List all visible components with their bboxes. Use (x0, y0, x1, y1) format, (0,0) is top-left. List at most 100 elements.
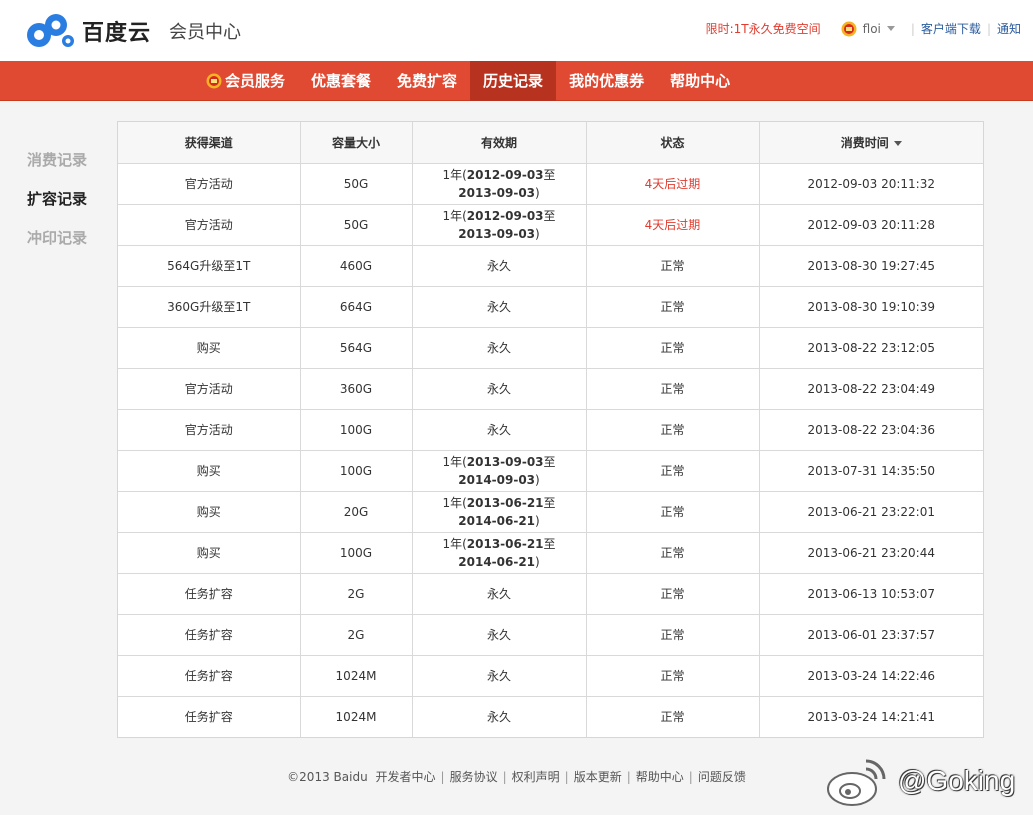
table-body: 官方活动 50G 1年(2012-09-03至 2013-09-03) 4天后过期 201… (118, 162, 983, 737)
cell-time: 2012-09-03 20:11:32 (758, 162, 983, 205)
baidu-cloud-logo[interactable]: 百度云 会员中心 (24, 11, 241, 51)
cell-status: 正常 (585, 572, 760, 615)
validity-start: 2012-09-03 (466, 167, 544, 182)
validity-prefix: 1年( (442, 454, 467, 469)
copyright: ©2013 Baidu (287, 770, 368, 784)
cell-validity: 永久 (411, 572, 587, 615)
divider: | (986, 21, 991, 36)
validity-mid: 至 (543, 208, 556, 223)
cell-channel: 任务扩容 (118, 613, 301, 656)
cell-time: 2013-08-22 23:04:36 (758, 408, 983, 451)
cell-validity: 永久 (411, 654, 587, 697)
validity-suffix: ) (535, 185, 540, 200)
validity-suffix: ) (535, 513, 540, 528)
footer-link-versions[interactable]: 版本更新 (574, 770, 622, 784)
validity-start: 2013-09-03 (466, 454, 544, 469)
table-row: 360G升级至1T 664G 永久 正常 2013-08-30 19:10:39 (118, 285, 983, 328)
column-header-time[interactable]: 消费时间 (758, 122, 983, 164)
cell-time: 2013-08-22 23:12:05 (758, 326, 983, 369)
user-menu[interactable]: floi (841, 21, 895, 37)
cell-size: 100G (299, 449, 413, 492)
validity-start: 2012-09-03 (466, 208, 544, 223)
cell-time: 2013-08-30 19:10:39 (758, 285, 983, 328)
cell-status: 正常 (585, 326, 760, 369)
table-row: 官方活动 50G 1年(2012-09-03至 2013-09-03) 4天后过期 201… (118, 162, 983, 205)
cell-size: 2G (299, 572, 413, 615)
footer-link-rights[interactable]: 权利声明 (512, 770, 560, 784)
nav-item-member-service[interactable]: 会员服务 (193, 61, 298, 101)
nav-item-free-expansion[interactable]: 免费扩容 (384, 61, 470, 101)
table-row: 任务扩容 2G 永久 正常 2013-06-01 23:37:57 (118, 613, 983, 656)
cell-validity: 永久 (411, 695, 587, 737)
column-header-channel: 获得渠道 (118, 122, 301, 164)
notifications-link[interactable]: 通知 (997, 20, 1021, 37)
cell-time: 2012-09-03 20:11:28 (758, 203, 983, 246)
divider: | (440, 770, 445, 784)
cell-validity: 永久 (411, 613, 587, 656)
validity-end: 2014-09-03 (458, 472, 536, 487)
chevron-down-icon (886, 26, 895, 31)
nav-item-history[interactable]: 历史记录 (470, 61, 557, 101)
cell-validity: 1年(2013-09-03至 2014-09-03) (411, 449, 587, 492)
sort-desc-icon[interactable] (893, 140, 902, 146)
footer-link-developer[interactable]: 开发者中心 (376, 770, 436, 784)
cell-size: 20G (299, 490, 413, 533)
table-row: 任务扩容 1024M 永久 正常 2013-03-24 14:22:46 (118, 654, 983, 697)
cell-size: 50G (299, 203, 413, 246)
weibo-icon (827, 759, 886, 806)
cell-status: 正常 (585, 490, 760, 533)
cell-status: 4天后过期 (585, 203, 760, 246)
footer-link-terms[interactable]: 服务协议 (450, 770, 498, 784)
cell-size: 1024M (299, 654, 413, 697)
site-subtitle: 会员中心 (169, 22, 242, 43)
promo-link[interactable]: 限时:1T永久免费空间 (706, 20, 821, 37)
divider: | (502, 770, 507, 784)
table-row: 购买 564G 永久 正常 2013-08-22 23:12:05 (118, 326, 983, 369)
validity-end: 2014-06-21 (458, 554, 536, 569)
expansion-records-table: 获得渠道 容量大小 有效期 状态 消费时间 官方活动 50G 1年(2012-09-… (117, 121, 984, 738)
footer-link-feedback[interactable]: 问题反馈 (698, 770, 746, 784)
divider: | (564, 770, 569, 784)
validity-prefix: 1年( (442, 495, 467, 510)
top-right-links: 限时:1T永久免费空间 floi | 客户端下载 | 通知 (706, 20, 1021, 37)
client-download-link[interactable]: 客户端下载 (921, 20, 981, 37)
cell-channel: 564G升级至1T (118, 244, 301, 287)
sidebar-item-consumption-records[interactable]: 消费记录 (27, 148, 87, 187)
cell-validity: 永久 (411, 285, 587, 328)
vip-icon (206, 73, 222, 89)
cell-channel: 购买 (118, 449, 301, 492)
cell-validity: 1年(2013-06-21至 2014-06-21) (411, 490, 587, 533)
validity-text: 永久 (486, 422, 511, 437)
sidebar: 消费记录 扩容记录 冲印记录 (27, 148, 87, 265)
cell-validity: 永久 (411, 326, 587, 369)
nav-label: 帮助中心 (670, 72, 731, 90)
sidebar-item-expansion-records[interactable]: 扩容记录 (27, 187, 87, 226)
nav-item-packages[interactable]: 优惠套餐 (298, 61, 384, 101)
nav-item-coupons[interactable]: 我的优惠券 (556, 61, 657, 101)
cell-size: 460G (299, 244, 413, 287)
cell-channel: 任务扩容 (118, 572, 301, 615)
table-row: 官方活动 360G 永久 正常 2013-08-22 23:04:49 (118, 367, 983, 410)
cell-channel: 官方活动 (118, 162, 301, 205)
validity-start: 2013-06-21 (466, 495, 544, 510)
cell-status: 正常 (585, 244, 760, 287)
validity-suffix: ) (535, 554, 540, 569)
footer-link-help[interactable]: 帮助中心 (636, 770, 684, 784)
cell-size: 664G (299, 285, 413, 328)
sidebar-item-print-records[interactable]: 冲印记录 (27, 226, 87, 265)
cell-channel: 官方活动 (118, 203, 301, 246)
table-row: 购买 20G 1年(2013-06-21至 2014-06-21) 正常 2013-06-… (118, 490, 983, 533)
cell-validity: 永久 (411, 367, 587, 410)
validity-suffix: ) (535, 472, 540, 487)
cell-channel: 360G升级至1T (118, 285, 301, 328)
validity-text: 永久 (486, 340, 511, 355)
validity-end: 2013-09-03 (458, 185, 536, 200)
nav-item-help[interactable]: 帮助中心 (657, 61, 743, 101)
validity-text: 永久 (486, 627, 511, 642)
cell-size: 2G (299, 613, 413, 656)
table-row: 564G升级至1T 460G 永久 正常 2013-08-30 19:27:45 (118, 244, 983, 287)
cell-size: 564G (299, 326, 413, 369)
cell-status: 正常 (585, 695, 760, 737)
user-avatar-icon (841, 21, 857, 36)
cell-size: 360G (299, 367, 413, 410)
